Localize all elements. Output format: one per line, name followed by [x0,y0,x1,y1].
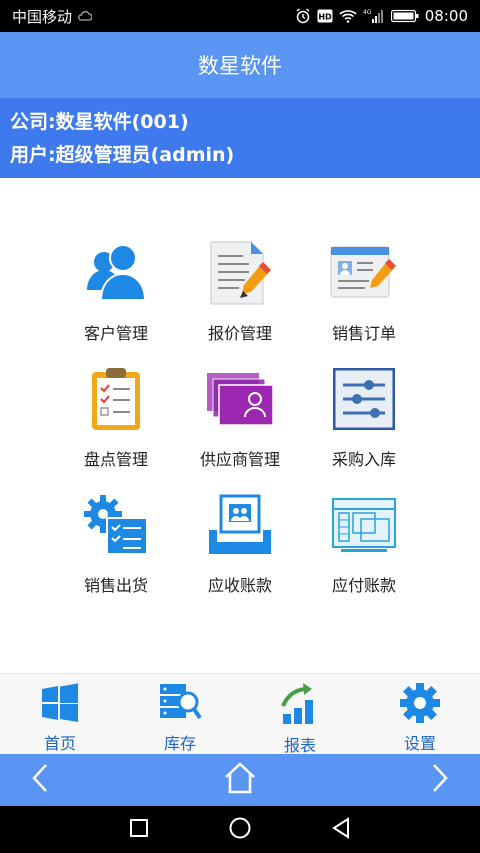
menu-label: 销售订单 [331,324,396,343]
payable-window-icon [329,492,399,558]
menu-label: 应收账款 [207,576,272,595]
menu-label: 盘点管理 [83,450,148,469]
signal-icon: 4G [363,8,385,24]
app-title-bar: 数星软件 [0,32,480,98]
battery-icon [390,9,419,23]
nav-inventory[interactable]: 库存 [120,674,240,754]
company-label: 公司:数星软件(001) [10,111,189,133]
page-nav-bar [0,754,480,806]
menu-label: 销售出货 [83,576,148,595]
sales-order-icon [329,240,399,306]
back-arrow-icon[interactable] [30,763,50,797]
clipboard-checklist-icon [81,366,151,432]
menu-item-payables[interactable]: 应付账款 [284,492,444,602]
system-back-triangle-icon[interactable] [331,816,351,843]
quote-document-icon [205,240,275,306]
account-info-panel: 公司:数星软件(001) 用户:超级管理员(admin) [0,98,480,178]
menu-label: 采购入库 [331,450,396,469]
bar-chart-arrow-icon [278,682,322,726]
gear-icon [398,682,442,724]
wifi-icon [339,9,357,23]
nav-label: 设置 [403,734,436,753]
receivable-printer-icon [205,492,275,558]
recents-square-icon[interactable] [129,818,149,842]
cloud-icon [78,10,93,22]
menu-label: 报价管理 [207,324,272,343]
nav-label: 库存 [163,734,196,753]
gear-checklist-icon [81,492,151,558]
home-icon[interactable] [223,762,257,798]
clock: 08:00 [424,7,468,25]
supplier-cards-icon [205,366,275,432]
user-label: 用户:超级管理员(admin) [10,144,235,166]
hd-icon: HD [317,9,333,23]
customers-icon [81,240,151,306]
bottom-nav: 首页 库存 报表 设置 [0,674,480,755]
system-nav-bar [0,806,480,853]
alarm-icon [295,8,311,24]
nav-label: 首页 [43,734,76,753]
network-type: 4G [363,9,372,16]
nav-settings[interactable]: 设置 [360,674,480,754]
system-home-circle-icon[interactable] [228,816,252,844]
windows-home-icon [38,682,82,724]
server-search-icon [158,682,202,724]
menu-label: 客户管理 [83,324,148,343]
app-title: 数星软件 [198,54,282,78]
status-bar: 中国移动 HD 4G 08:00 [0,0,480,32]
menu-label: 应付账款 [331,576,396,595]
forward-arrow-icon[interactable] [430,763,450,797]
menu-item-sales-order[interactable]: 销售订单 [284,240,444,350]
carrier-label: 中国移动 [12,7,73,26]
svg-text:HD: HD [318,13,332,22]
nav-reports[interactable]: 报表 [240,674,360,755]
menu-item-purchase-receipt[interactable]: 采购入库 [284,366,444,476]
nav-label: 报表 [283,736,316,755]
nav-home[interactable]: 首页 [0,674,120,754]
sliders-icon [329,366,399,432]
menu-label: 供应商管理 [199,450,280,469]
